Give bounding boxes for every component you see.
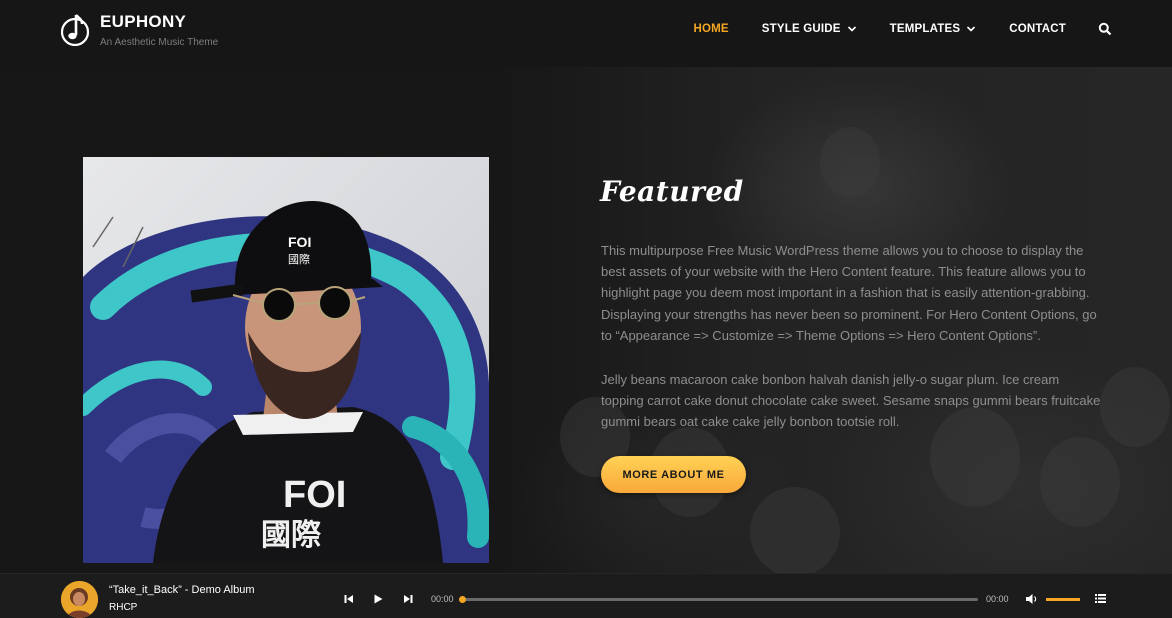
featured-paragraph: This multipurpose Free Music WordPress t…	[601, 243, 1097, 343]
volume-icon[interactable]	[1025, 593, 1038, 605]
track-title: “Take_it_Back” - Demo Album	[109, 584, 255, 596]
more-about-me-button[interactable]: MORE ABOUT ME	[601, 456, 746, 493]
next-track-icon[interactable]	[402, 593, 414, 605]
site-tagline: An Aesthetic Music Theme	[100, 37, 219, 48]
nav-label: CONTACT	[1009, 23, 1066, 35]
playlist-icon[interactable]	[1095, 593, 1106, 604]
duration-time: 00:00	[986, 594, 1009, 604]
nav-item-style-guide[interactable]: STYLE GUIDE	[762, 20, 857, 38]
nav-label: STYLE GUIDE	[761, 23, 841, 35]
site-logo[interactable]: EUPHONY An Aesthetic Music Theme	[60, 11, 218, 48]
nav-label: TEMPLATES	[889, 23, 961, 35]
svg-text:FOI: FOI	[288, 234, 311, 250]
site-title[interactable]: EUPHONY	[100, 11, 218, 33]
seek-bar[interactable]	[459, 596, 978, 603]
site-header: EUPHONY An Aesthetic Music Theme HOME ST…	[0, 0, 1172, 67]
svg-text:FOI: FOI	[283, 474, 346, 516]
search-icon[interactable]	[1098, 22, 1112, 36]
featured-heading: Featured	[600, 175, 744, 208]
track-artist: RHCP	[109, 602, 138, 613]
nav-item-templates[interactable]: TEMPLATES	[890, 20, 977, 38]
featured-paragraph-secondary: Jelly beans macaroon cake bonbon halvah …	[601, 372, 1101, 430]
audio-player: “Take_it_Back” - Demo Album RHCP 00:00 0…	[0, 573, 1172, 618]
current-time: 00:00	[431, 594, 454, 604]
volume-slider[interactable]	[1046, 598, 1080, 601]
previous-track-icon[interactable]	[343, 593, 355, 605]
svg-text:國際: 國際	[261, 519, 321, 552]
play-icon[interactable]	[372, 593, 384, 605]
svg-text:國際: 國際	[288, 253, 310, 266]
nav-item-home[interactable]: HOME	[693, 20, 728, 38]
nav-label: HOME	[693, 23, 729, 35]
featured-photo: FOI 國際 FOI 國際	[83, 157, 489, 563]
volume-level	[1046, 598, 1080, 601]
seek-handle[interactable]	[459, 596, 466, 603]
nav-item-contact[interactable]: CONTACT	[1009, 20, 1066, 38]
main-nav: HOME STYLE GUIDE TEMPLATES CONTACT	[660, 20, 1112, 38]
chevron-down-icon	[967, 26, 976, 32]
album-art	[61, 581, 98, 618]
chevron-down-icon	[847, 26, 856, 32]
music-note-icon	[60, 11, 90, 47]
hero-section: FOI 國際 FOI 國際 Featured This multipurpose…	[0, 67, 1172, 573]
